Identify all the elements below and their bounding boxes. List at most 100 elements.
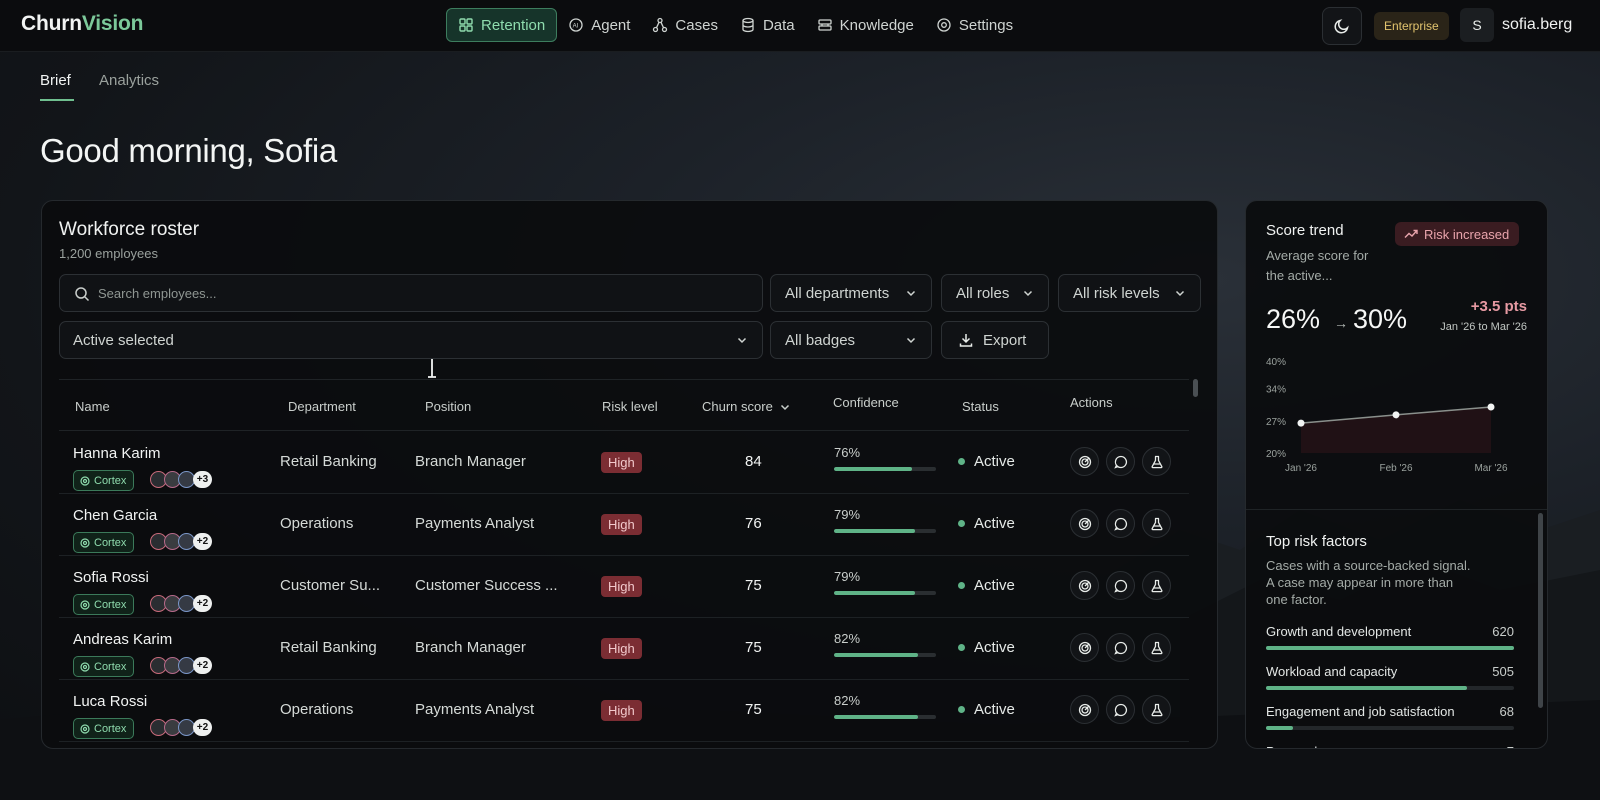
- badge-overflow-count: +2: [193, 595, 212, 612]
- data-point: [1487, 403, 1495, 411]
- col-department[interactable]: Department: [288, 399, 356, 414]
- radar-button[interactable]: [1070, 633, 1099, 662]
- message-button[interactable]: [1106, 695, 1135, 724]
- export-button[interactable]: Export: [941, 321, 1049, 359]
- main-nav: Retention AI Agent Cases Data Knowledge …: [446, 8, 1024, 42]
- message-button[interactable]: [1106, 633, 1135, 662]
- employee-name[interactable]: Chen Garcia: [73, 507, 157, 524]
- score-trend-title: Score trend: [1266, 222, 1344, 239]
- badge-stack[interactable]: +2: [150, 595, 212, 612]
- employee-name[interactable]: Hanna Karim: [73, 445, 161, 462]
- risk-levels-filter[interactable]: All risk levels: [1058, 274, 1201, 312]
- risk-factor-item[interactable]: Engagement and job satisfaction 68: [1266, 704, 1514, 730]
- risk-factor-item[interactable]: Growth and development 620: [1266, 624, 1514, 650]
- flask-button[interactable]: [1142, 571, 1171, 600]
- y-tick-label: 27%: [1266, 417, 1286, 428]
- panel-scrollbar[interactable]: [1538, 513, 1543, 708]
- badge-stack[interactable]: +2: [150, 657, 212, 674]
- sort-chevron-icon: [780, 404, 789, 410]
- employee-name[interactable]: Luca Rossi: [73, 693, 147, 710]
- grid-icon: [459, 18, 473, 32]
- status-dot: [958, 458, 965, 465]
- theme-toggle-button[interactable]: [1322, 7, 1362, 45]
- churn-score: 76: [745, 515, 762, 532]
- badge-stack[interactable]: +2: [150, 719, 212, 736]
- app-logo[interactable]: ChurnVision: [21, 12, 143, 36]
- roles-filter[interactable]: All roles: [941, 274, 1049, 312]
- status-cell: Active: [958, 577, 1015, 594]
- radar-icon: [1078, 703, 1092, 717]
- risk-factor-label: Workload and capacity: [1266, 664, 1398, 679]
- confidence-value: 82%: [834, 631, 861, 646]
- risk-factor-item[interactable]: Workload and capacity 505: [1266, 664, 1514, 690]
- nav-settings[interactable]: Settings: [925, 8, 1024, 42]
- table-row[interactable]: Andreas Karim Cortex +2 Retail Banking B…: [59, 617, 1189, 680]
- nav-cases[interactable]: Cases: [641, 8, 729, 42]
- nav-retention[interactable]: Retention: [446, 8, 558, 42]
- insights-panel: Score trend Average score for the active…: [1245, 200, 1548, 749]
- message-button[interactable]: [1106, 571, 1135, 600]
- risk-factors-description: Cases with a source-backed signal. A cas…: [1266, 558, 1471, 607]
- status-filter[interactable]: Active selected: [59, 321, 763, 359]
- col-churn-score[interactable]: Churn score: [702, 399, 791, 414]
- badge-stack[interactable]: +2: [150, 533, 212, 550]
- score-from: 26%: [1266, 304, 1321, 334]
- table-row[interactable]: Hanna Karim Cortex +3 Retail Banking Bra…: [59, 431, 1189, 494]
- risk-factor-count: 620: [1492, 624, 1514, 639]
- plan-badge: Enterprise: [1374, 12, 1449, 40]
- roster-count: 1,200 employees: [59, 246, 159, 261]
- status-dot: [958, 582, 965, 589]
- cortex-tag: Cortex: [73, 718, 135, 739]
- flask-icon: [1150, 703, 1164, 717]
- badges-filter[interactable]: All badges: [770, 321, 932, 359]
- flask-button[interactable]: [1142, 447, 1171, 476]
- message-icon: [1113, 703, 1128, 717]
- flask-button[interactable]: [1142, 509, 1171, 538]
- table-scrollbar[interactable]: [1193, 379, 1198, 397]
- flask-button[interactable]: [1142, 695, 1171, 724]
- departments-filter[interactable]: All departments: [770, 274, 932, 312]
- table-row[interactable]: Luca Rossi Cortex +2 Operations Payments…: [59, 679, 1189, 742]
- radar-button[interactable]: [1070, 695, 1099, 724]
- message-icon: [1113, 517, 1128, 531]
- employee-name[interactable]: Andreas Karim: [73, 631, 172, 648]
- status-cell: Active: [958, 453, 1015, 470]
- confidence-bar: [834, 653, 936, 657]
- nav-data[interactable]: Data: [729, 8, 806, 42]
- score-delta: +3.5 pts: [1470, 298, 1527, 315]
- department-cell: Operations: [280, 515, 354, 532]
- message-icon: [1113, 641, 1128, 655]
- avatar[interactable]: S: [1460, 8, 1494, 42]
- nav-knowledge[interactable]: Knowledge: [806, 8, 925, 42]
- col-risk-level[interactable]: Risk level: [602, 399, 658, 414]
- position-cell: Payments Analyst: [415, 701, 535, 718]
- y-tick-label: 40%: [1266, 357, 1286, 368]
- col-confidence[interactable]: Confidence: [833, 395, 899, 410]
- radar-button[interactable]: [1070, 509, 1099, 538]
- chevron-down-icon: [1023, 290, 1033, 297]
- message-button[interactable]: [1106, 509, 1135, 538]
- search-input[interactable]: [98, 285, 698, 301]
- message-button[interactable]: [1106, 447, 1135, 476]
- status-dot: [958, 644, 965, 651]
- radar-button[interactable]: [1070, 447, 1099, 476]
- risk-level-badge: High: [601, 700, 642, 721]
- radar-button[interactable]: [1070, 571, 1099, 600]
- table-row[interactable]: Chen Garcia Cortex +2 Operations Payment…: [59, 493, 1189, 556]
- col-status[interactable]: Status: [962, 399, 999, 414]
- employee-name[interactable]: Sofia Rossi: [73, 569, 149, 586]
- col-name[interactable]: Name: [75, 399, 110, 414]
- cortex-tag: Cortex: [73, 594, 135, 615]
- nav-agent[interactable]: AI Agent: [557, 8, 641, 42]
- col-position[interactable]: Position: [425, 399, 471, 414]
- username[interactable]: sofia.berg: [1502, 16, 1572, 34]
- table-row[interactable]: Sofia Rossi Cortex +2 Customer Su... Cus…: [59, 555, 1189, 618]
- risk-factor-item[interactable]: Personal reasons 7: [1266, 744, 1514, 748]
- confidence-bar: [834, 715, 936, 719]
- badge-stack[interactable]: +3: [150, 471, 212, 488]
- status-cell: Active: [958, 639, 1015, 656]
- flask-button[interactable]: [1142, 633, 1171, 662]
- tab-analytics[interactable]: Analytics: [99, 72, 159, 89]
- tab-brief[interactable]: Brief: [40, 72, 71, 89]
- chevron-down-icon: [737, 337, 747, 344]
